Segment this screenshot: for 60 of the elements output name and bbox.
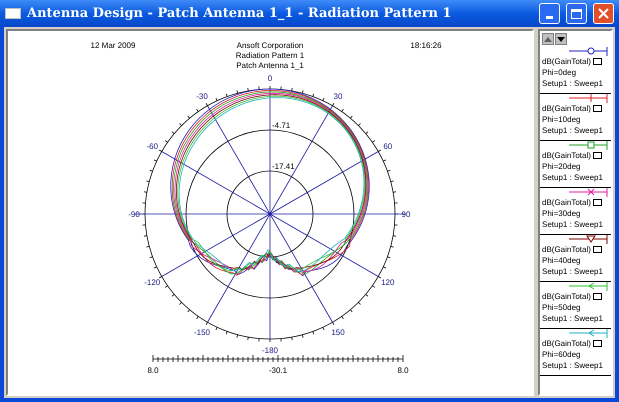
- chevron-up-icon: [544, 36, 552, 42]
- scale-label: 8.0: [147, 366, 159, 375]
- angle-label: -180: [262, 346, 278, 355]
- legend-phi: Phi=30deg: [542, 208, 582, 219]
- angle-label: 120: [381, 278, 394, 287]
- minimize-button[interactable]: [539, 3, 560, 24]
- angle-label: 60: [383, 142, 392, 151]
- legend-setup: Setup1 : Sweep1: [542, 313, 604, 324]
- window-title: Antenna Design - Patch Antenna 1_1 - Radiation Pattern 1: [27, 4, 452, 23]
- angle-label: 0: [268, 74, 272, 83]
- angle-label: 150: [331, 328, 345, 337]
- legend-setup: Setup1 : Sweep1: [542, 219, 604, 230]
- legend-phi: Phi=0deg: [542, 67, 578, 78]
- scale-label: -30.1: [268, 366, 288, 375]
- legend-setup: Setup1 : Sweep1: [542, 360, 604, 371]
- unit-box-icon: [592, 152, 602, 159]
- legend-phi: Phi=50deg: [542, 302, 582, 313]
- close-button[interactable]: [593, 3, 614, 24]
- scroll-down-button[interactable]: [555, 33, 567, 45]
- angle-label: -150: [194, 328, 210, 337]
- unit-box-icon: [592, 199, 602, 206]
- legend-setup: Setup1 : Sweep1: [542, 266, 604, 277]
- plot-subtitle: Patch Antenna 1_1: [236, 61, 304, 70]
- plot-title: Radiation Pattern 1: [236, 51, 304, 60]
- unit-box-icon: [592, 246, 602, 253]
- maximize-button[interactable]: [566, 3, 587, 24]
- ring-label: -17.41: [272, 162, 295, 171]
- legend-setup: Setup1 : Sweep1: [542, 172, 604, 183]
- ring-label: -4.71: [272, 121, 290, 130]
- angle-label: -90: [128, 210, 140, 219]
- legend-setup: Setup1 : Sweep1: [542, 125, 604, 136]
- unit-box-icon: [592, 58, 602, 65]
- caret-down-icon: [557, 36, 565, 42]
- legend-phi: Phi=10deg: [542, 114, 582, 125]
- plot-time: 18:16:26: [410, 41, 442, 50]
- angle-label: -120: [144, 278, 160, 287]
- angle-label: 90: [402, 210, 410, 219]
- legend-phi: Phi=60deg: [542, 349, 582, 360]
- close-icon: [598, 8, 609, 19]
- legend-quantity: dB(GainTotal): [542, 244, 591, 255]
- legend-quantity: dB(GainTotal): [542, 197, 591, 208]
- scroll-up-button[interactable]: [542, 33, 554, 45]
- legend-phi: Phi=40deg: [542, 255, 582, 266]
- angle-label: -30: [196, 92, 208, 102]
- scale-label: 8.0: [397, 366, 409, 375]
- window-icon: [5, 8, 21, 19]
- legend-quantity: dB(GainTotal): [542, 56, 591, 67]
- legend-phi: Phi=20deg: [542, 161, 582, 172]
- legend-quantity: dB(GainTotal): [542, 103, 591, 114]
- legend-quantity: dB(GainTotal): [542, 338, 591, 349]
- plot-date: 12 Mar 2009: [90, 41, 136, 50]
- angle-label: 30: [334, 92, 342, 102]
- legend-quantity: dB(GainTotal): [542, 291, 591, 302]
- legend-setup: Setup1 : Sweep1: [542, 78, 604, 89]
- legend-quantity: dB(GainTotal): [542, 150, 591, 161]
- unit-box-icon: [592, 105, 602, 112]
- unit-box-icon: [592, 340, 602, 347]
- unit-box-icon: [592, 293, 602, 300]
- company-name: Ansoft Corporation: [236, 41, 304, 50]
- angle-label: -60: [146, 142, 158, 151]
